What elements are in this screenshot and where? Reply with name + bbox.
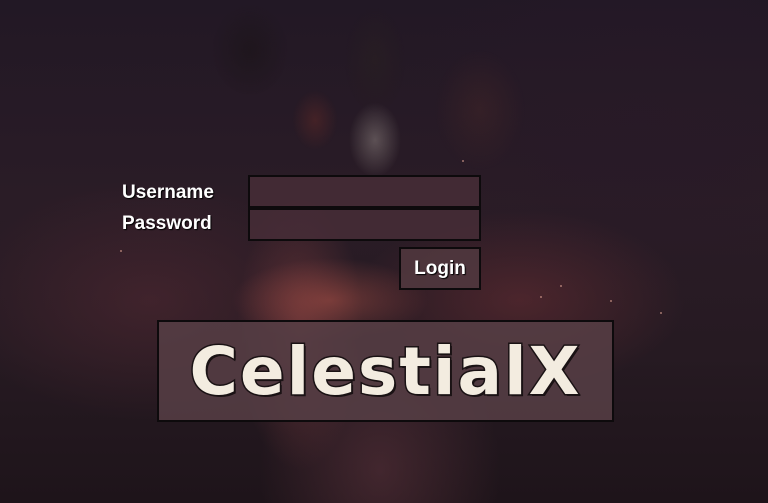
username-label: Username (122, 182, 214, 203)
password-input[interactable] (248, 208, 481, 241)
logo-text: CelestialX (188, 331, 582, 411)
background-star (660, 312, 662, 314)
username-input[interactable] (248, 175, 481, 208)
background-star (462, 160, 464, 162)
logo-banner: CelestialX (157, 320, 614, 422)
login-button[interactable]: Login (399, 247, 481, 290)
background-star (560, 285, 562, 287)
background-star (540, 296, 542, 298)
password-label: Password (122, 213, 212, 234)
background-star (120, 250, 122, 252)
background-star (610, 300, 612, 302)
